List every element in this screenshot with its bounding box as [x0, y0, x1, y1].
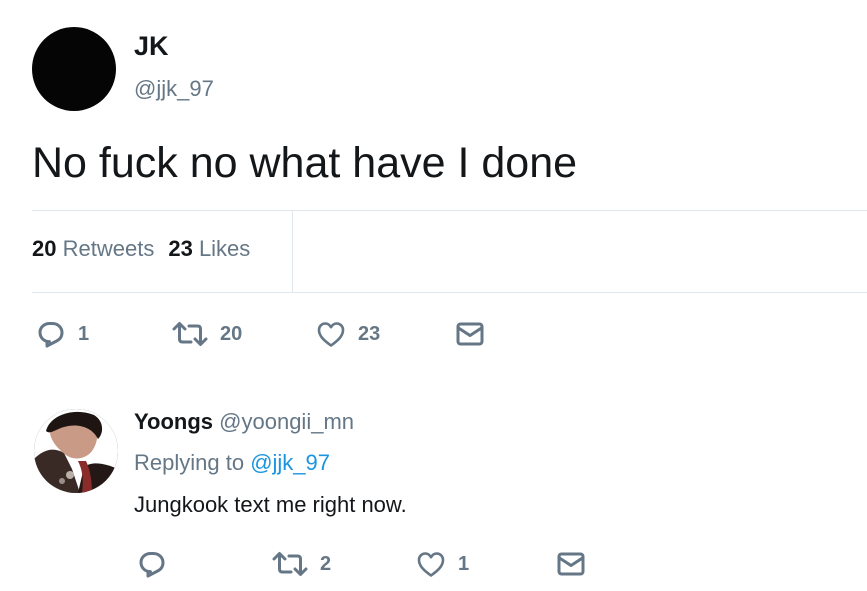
reply-retweet-count: 2 [320, 553, 332, 575]
reply-author-name[interactable]: Yoongs [134, 409, 213, 434]
main-tweet-text: No fuck no what have I done [32, 139, 578, 187]
divider [32, 210, 867, 211]
main-author-handle[interactable]: @jjk_97 [134, 76, 214, 102]
envelope-icon [557, 552, 585, 576]
reply-direct-message-button[interactable] [556, 550, 586, 578]
envelope-icon [456, 322, 484, 346]
avatar-photo [34, 409, 118, 493]
likes-stat[interactable]: 23 Likes [168, 236, 250, 261]
retweet-count: 20 [220, 323, 243, 345]
reply-reply-button[interactable] [137, 550, 167, 578]
reply-header: Yoongs @yoongii_mn [134, 408, 354, 436]
like-count: 23 [358, 323, 381, 345]
tweet-stats: 20 Retweets 23 Likes [32, 236, 250, 262]
main-avatar[interactable] [32, 27, 116, 111]
reply-avatar[interactable] [34, 409, 118, 493]
replying-to-link[interactable]: @jjk_97 [250, 450, 330, 475]
retweets-stat-count: 20 [32, 236, 57, 261]
heart-icon [417, 552, 445, 577]
reply-author-handle[interactable]: @yoongii_mn [219, 409, 354, 434]
retweets-stat-label: Retweets [62, 236, 155, 261]
like-button[interactable]: 23 [316, 320, 380, 348]
retweet-button[interactable]: 20 [172, 320, 242, 348]
likes-stat-count: 23 [168, 236, 193, 261]
reply-icon [139, 552, 165, 578]
reply-like-count: 1 [458, 553, 470, 575]
reply-icon [38, 322, 64, 348]
reply-retweet-button[interactable]: 2 [272, 550, 331, 578]
retweet-icon [272, 552, 308, 576]
reply-button[interactable]: 1 [36, 320, 89, 348]
reply-like-button[interactable]: 1 [416, 550, 469, 578]
direct-message-button[interactable] [455, 320, 485, 348]
replying-to-line: Replying to @jjk_97 [134, 449, 330, 477]
likes-stat-label: Likes [198, 236, 251, 261]
reply-tweet-text: Jungkook text me right now. [134, 492, 407, 517]
retweet-icon [172, 322, 208, 346]
replying-to-label: Replying to [134, 450, 245, 475]
reply-count: 1 [78, 323, 90, 345]
retweets-stat[interactable]: 20 Retweets [32, 236, 154, 261]
divider [292, 211, 293, 293]
divider [32, 292, 867, 293]
heart-icon [317, 322, 345, 347]
main-author-name[interactable]: JK [134, 31, 169, 61]
